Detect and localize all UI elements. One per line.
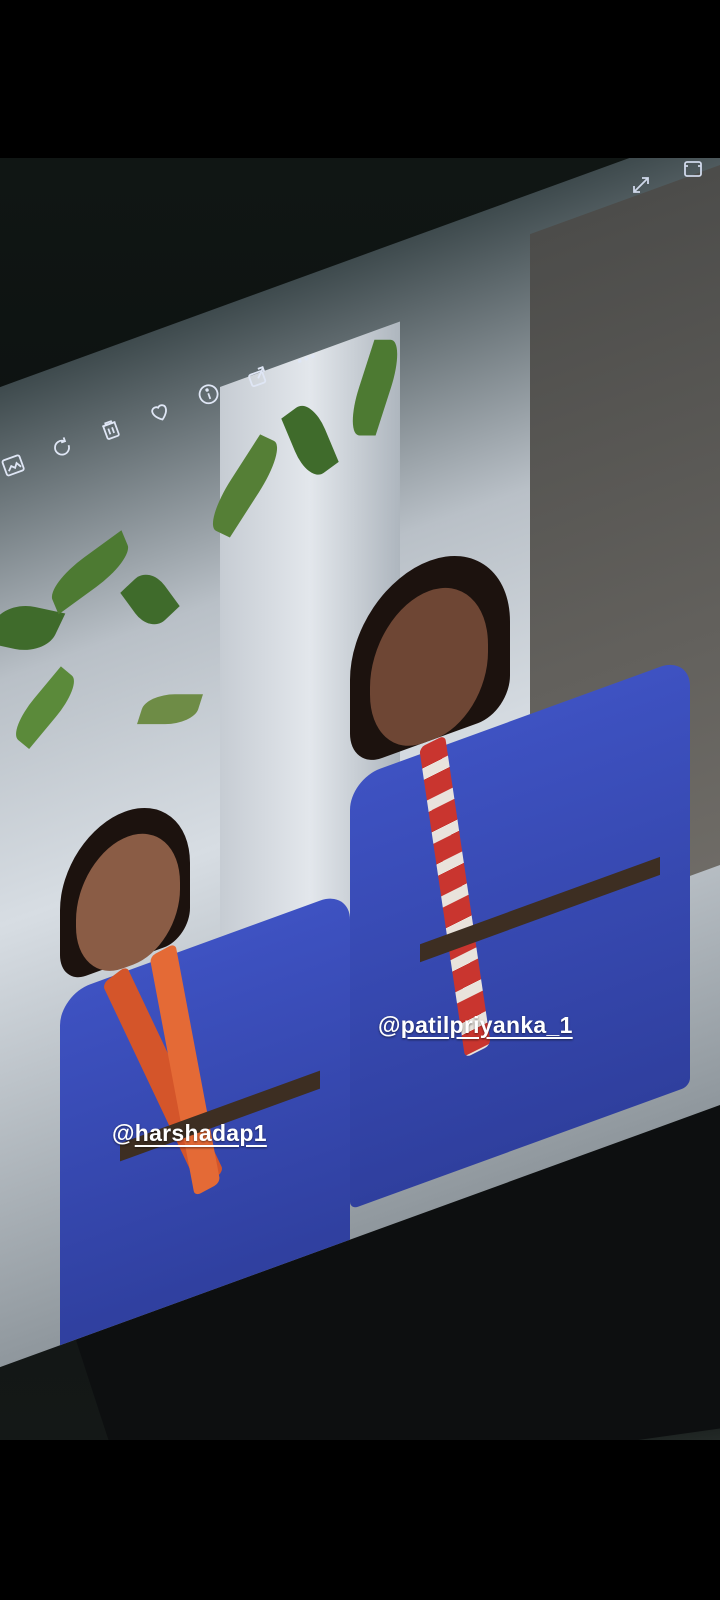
share-icon[interactable] [236,355,280,399]
story-photo[interactable] [0,158,720,1440]
delete-icon[interactable] [89,408,133,452]
mention-sticker-harshadap[interactable]: @harshadap1 [112,1120,267,1147]
expand-icon[interactable] [626,170,656,200]
leaf [46,530,134,615]
leaf [7,666,83,750]
rotate-icon[interactable] [40,426,84,470]
screenshot-icon[interactable] [678,158,708,184]
more-options-icon[interactable] [285,337,329,381]
story-screen: @patilpriyanka_1 @harshadap1 [0,0,720,1600]
leaf [137,694,203,725]
mention-handle: patilpriyanka_1 [400,1012,573,1038]
mention-at-symbol: @ [112,1120,135,1146]
image-edit-icon[interactable] [0,444,35,488]
leaf [120,565,180,634]
favorite-icon[interactable] [138,390,182,434]
mention-handle: harshadap1 [134,1120,267,1146]
mention-at-symbol: @ [378,1012,401,1038]
mention-sticker-patilpriyanka[interactable]: @patilpriyanka_1 [378,1012,573,1039]
girl-right [350,459,710,1210]
info-icon[interactable] [187,372,231,416]
